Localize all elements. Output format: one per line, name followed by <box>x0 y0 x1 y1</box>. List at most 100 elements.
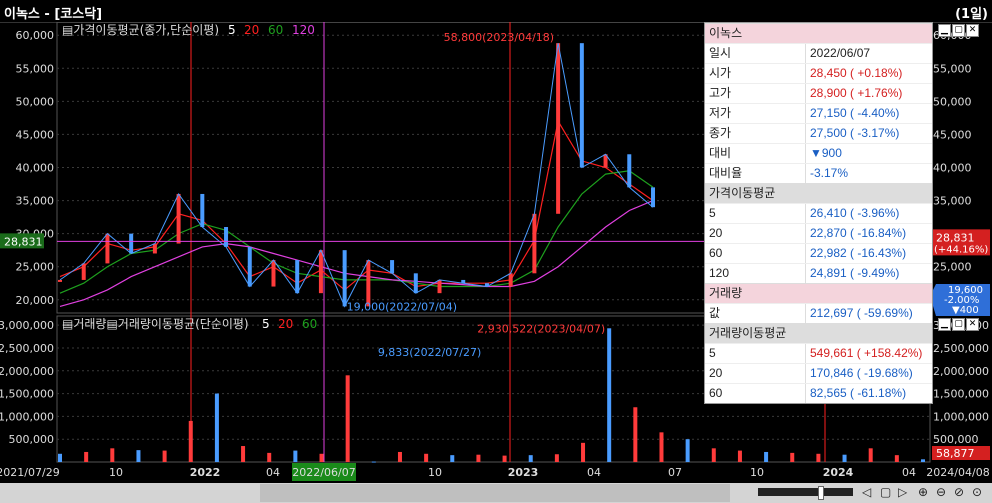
price-candle <box>105 233 110 264</box>
price-candle <box>271 260 276 287</box>
price-ytick-left: 20,000 <box>16 294 55 307</box>
info-key: 대비율 <box>705 164 806 183</box>
panel-restore-icon[interactable]: ▢ <box>952 318 965 331</box>
price-legend-period: 5 <box>228 23 236 37</box>
panel-restore-icon[interactable]: ▢ <box>952 24 965 37</box>
price-candle <box>437 279 442 294</box>
volume-bar <box>450 455 455 462</box>
zoom-fit-icon[interactable]: ⊙ <box>972 485 982 499</box>
scroll-thumb[interactable] <box>260 484 730 502</box>
price-candle <box>176 193 181 244</box>
x-axis-label: 10 <box>428 466 442 479</box>
info-key: 고가 <box>705 84 806 103</box>
panel-close-icon[interactable]: ✕ <box>966 24 979 37</box>
info-vol-key: 값 <box>705 304 806 323</box>
info-value: 2022/06/07 <box>810 46 871 60</box>
volume-ytick-right: 2,500,000 <box>933 342 989 355</box>
blue-badge-change: ▼400 <box>952 305 979 316</box>
volume-ytick-left: 1,500,000 <box>0 388 54 401</box>
price-ytick-right: 50,000 <box>933 95 972 108</box>
period-label[interactable]: (1일) <box>955 3 988 22</box>
volume-bar <box>371 461 376 463</box>
panel-minimize-icon[interactable]: ▁ <box>938 318 951 331</box>
price-candle <box>247 246 252 287</box>
info-ma-value: 22,870 ( -16.84%) <box>810 226 907 240</box>
scroll-right-icon[interactable]: ▷ <box>898 485 907 499</box>
info-value: 28,450 ( +0.18%) <box>810 66 903 80</box>
time-scrollbar[interactable]: ◁ ▢ ▷ ⊕ ⊖ ⊘ ⊙ <box>0 483 992 503</box>
volume-panel-controls[interactable]: ▁ ▢ ✕ <box>938 318 979 331</box>
price-ytick-right: 45,000 <box>933 128 972 141</box>
info-value: 27,150 ( -4.40%) <box>810 106 900 120</box>
volume-bar <box>868 448 873 462</box>
volume-ytick-right: 1,500,000 <box>933 388 989 401</box>
zoom-out-icon[interactable]: ⊖ <box>936 485 946 499</box>
info-ma-row: 5 26,410 ( -3.96%) <box>705 203 932 223</box>
volume-bar <box>554 454 559 462</box>
price-ytick-left: 55,000 <box>16 62 55 75</box>
info-ma-key: 120 <box>705 264 806 283</box>
info-value: 27,500 ( -3.17%) <box>810 126 900 140</box>
price-panel-controls[interactable]: ▁ ▢ ✕ <box>938 24 979 37</box>
volume-annotation: 9,833(2022/07/27) <box>378 346 481 359</box>
volume-ytick-right: 500,000 <box>933 433 979 446</box>
panel-close-icon[interactable]: ✕ <box>966 318 979 331</box>
price-candle <box>295 260 300 294</box>
zoom-slider[interactable] <box>758 486 853 500</box>
volume-bar <box>424 453 429 462</box>
stop-icon[interactable]: ▢ <box>880 485 891 499</box>
current-price-left: 28,831 <box>4 235 43 248</box>
x-axis-label: 2022 <box>190 466 221 479</box>
x-axis-label: 2023 <box>508 466 539 479</box>
info-row: 대비 ▼900 <box>705 143 932 163</box>
x-axis-label: 07 <box>668 466 682 479</box>
info-vol-row: 값 212,697 ( -59.69%) <box>705 303 932 323</box>
volume-bar <box>764 451 769 462</box>
info-value: 28,900 ( +1.76%) <box>810 86 903 100</box>
info-key: 대비 <box>705 144 806 163</box>
zoom-in-icon[interactable]: ⊕ <box>918 485 928 499</box>
info-vma-row: 5 549,661 ( +158.42%) <box>705 343 932 363</box>
info-ma-row: 60 22,982 ( -16.43%) <box>705 243 932 263</box>
price-candle <box>579 43 584 168</box>
info-row: 종가 27,500 ( -3.17%) <box>705 123 932 143</box>
scroll-left-icon[interactable]: ◁ <box>862 485 871 499</box>
volume-bar <box>241 446 246 462</box>
x-axis-label: 2022/06/07 <box>292 466 355 479</box>
info-vma-key: 5 <box>705 344 806 363</box>
volume-bar <box>58 453 62 462</box>
price-annotation: 19,000(2022/07/04) <box>347 300 457 313</box>
volume-legend-period: 20 <box>278 317 293 331</box>
volume-bar <box>110 448 115 462</box>
volume-bar <box>581 442 586 462</box>
x-axis-label: 10 <box>109 466 123 479</box>
volume-bar <box>816 453 821 462</box>
x-axis-label: 04 <box>587 466 601 479</box>
info-vma-value: 82,565 ( -61.18%) <box>810 386 907 400</box>
price-legend-label: ▤가격이동평균(종가,단순이평) <box>62 23 219 37</box>
price-candle <box>390 260 395 274</box>
zoom-slider-handle[interactable] <box>818 486 824 500</box>
info-ma-row: 20 22,870 ( -16.84%) <box>705 223 932 243</box>
volume-ytick-left: 500,000 <box>9 433 55 446</box>
info-ma-key: 60 <box>705 244 806 263</box>
volume-legend-label: ▤거래량▤거래량이동평균(단순이평) <box>62 317 249 331</box>
info-ma-row: 120 24,891 ( -9.49%) <box>705 263 932 283</box>
volume-legend-period: 60 <box>302 317 317 331</box>
volume-bar <box>894 455 899 462</box>
volume-ytick-left: 3,000,000 <box>0 319 54 332</box>
info-row: 일시 2022/06/07 <box>705 43 932 63</box>
volume-bar <box>737 450 742 462</box>
volume-bar <box>345 375 350 462</box>
x-axis-label: 2024 <box>823 466 854 479</box>
zoom-reset-icon[interactable]: ⊘ <box>954 485 964 499</box>
panel-minimize-icon[interactable]: ▁ <box>938 24 951 37</box>
info-value: ▼900 <box>810 146 842 160</box>
price-candle <box>627 154 632 188</box>
price-ytick-left: 40,000 <box>16 162 55 175</box>
price-candle <box>129 233 134 254</box>
info-ma-value: 24,891 ( -9.49%) <box>810 266 900 280</box>
volume-bar <box>633 407 638 462</box>
price-legend-period: 120 <box>292 23 315 37</box>
price-annotation: 58,800(2023/04/18) <box>444 31 554 44</box>
